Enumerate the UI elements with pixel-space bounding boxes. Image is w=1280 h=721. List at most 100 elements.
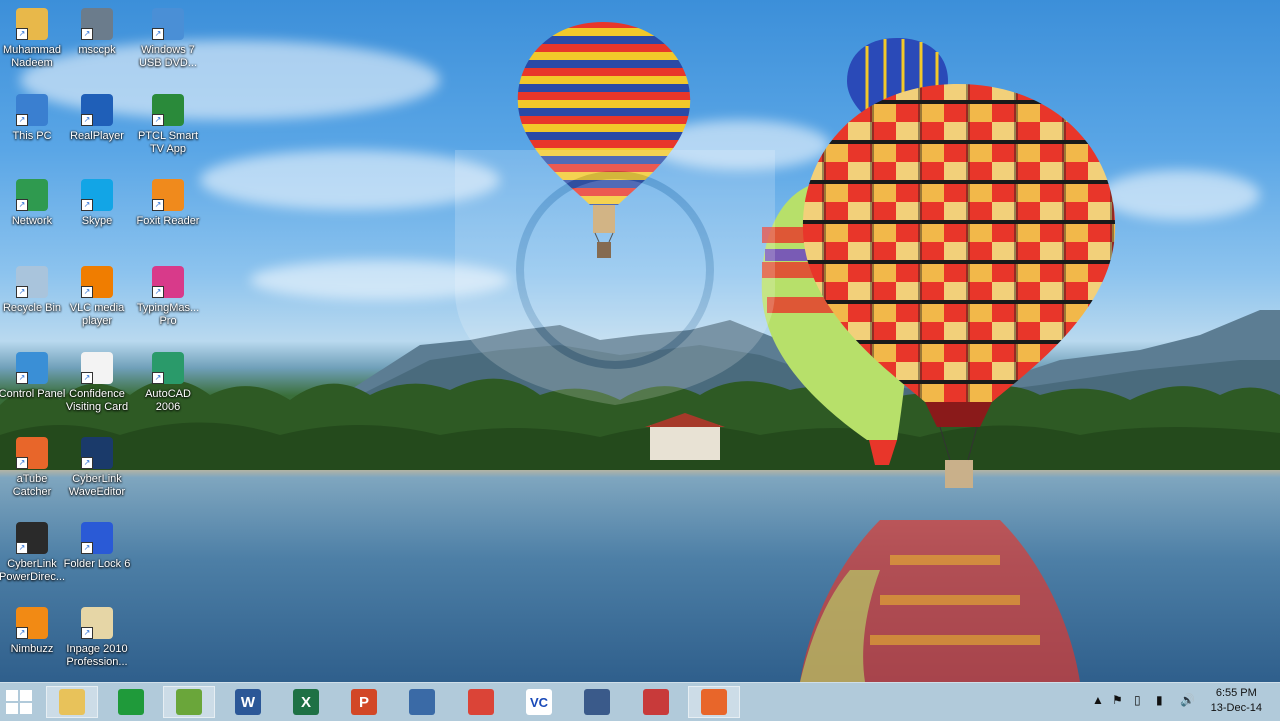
taskbar-button[interactable]: [688, 686, 740, 718]
shortcut-arrow-icon: ↗: [152, 114, 164, 126]
shortcut-arrow-icon: ↗: [152, 28, 164, 40]
camtasia-icon: [176, 689, 202, 715]
desktop-icon[interactable]: ↗ TypingMas... Pro: [132, 262, 204, 328]
desktop-icon-label: Nimbuzz: [10, 643, 54, 655]
desktop-icon[interactable]: ↗ Foxit Reader: [132, 175, 204, 228]
shortcut-arrow-icon: ↗: [16, 627, 28, 639]
desktop-icon-label: AutoCAD 2006: [145, 388, 191, 413]
network-signal-icon[interactable]: ▮: [1156, 693, 1163, 707]
folder-lock-icon: ↗: [81, 522, 113, 554]
shortcut-arrow-icon: ↗: [81, 114, 93, 126]
waveeditor-icon: ↗: [81, 437, 113, 469]
wallpaper-watermark-logo: [455, 150, 775, 405]
desktop-icon[interactable]: ↗ CyberLink PowerDirec...: [0, 518, 68, 584]
desktop-wallpaper: ↗ Muhammad Nadeem ↗ msccpk ↗ Windows 7 USB DV…: [0, 0, 1280, 682]
desktop-icon-label: Skype: [81, 215, 113, 227]
network-globe-icon: ↗: [16, 179, 48, 211]
shortcut-arrow-icon: ↗: [152, 372, 164, 384]
realplayer-icon: ↗: [81, 94, 113, 126]
desktop-icon-label: PTCL Smart TV App: [137, 130, 199, 155]
foxit-reader-icon: ↗: [152, 179, 184, 211]
desktop-icon-label: aTube Catcher: [12, 473, 52, 498]
desktop-icon-label: This PC: [12, 130, 52, 142]
volume-icon[interactable]: 🔊: [1180, 693, 1195, 707]
slideshow-icon: [584, 689, 610, 715]
taskbar-button[interactable]: [46, 686, 98, 718]
devices-icon[interactable]: ▯: [1134, 693, 1141, 707]
taskbar-button[interactable]: P: [338, 686, 390, 718]
desktop-icon[interactable]: ↗ RealPlayer: [61, 90, 133, 143]
action-center-flag-icon[interactable]: ⚑: [1112, 693, 1123, 707]
atube-catcher-taskbar-icon: [701, 689, 727, 715]
autocad-icon: ↗: [152, 352, 184, 384]
desktop-icon-label: Recycle Bin: [2, 302, 62, 314]
desktop-icon[interactable]: ↗ AutoCAD 2006: [132, 348, 204, 414]
store-icon: [118, 689, 144, 715]
desktop-icon[interactable]: ↗ Control Panel: [0, 348, 68, 401]
desktop-icon-label: Windows 7 USB DVD...: [138, 44, 198, 69]
desktop-icon[interactable]: ↗ Folder Lock 6: [61, 518, 133, 571]
shortcut-arrow-icon: ↗: [81, 627, 93, 639]
desktop-icon-label: Confidence Visiting Card: [65, 388, 129, 413]
typingmaster-icon: ↗: [152, 266, 184, 298]
desktop-icon[interactable]: ↗ Windows 7 USB DVD...: [132, 4, 204, 70]
desktop-icon-label: Foxit Reader: [136, 215, 200, 227]
show-hidden-icons-icon[interactable]: ▲: [1092, 693, 1104, 707]
shortcut-arrow-icon: ↗: [16, 199, 28, 211]
taskbar-button[interactable]: X: [280, 686, 332, 718]
chrome-icon: [468, 689, 494, 715]
desktop-icon-label: RealPlayer: [70, 130, 124, 142]
taskbar-button[interactable]: [396, 686, 448, 718]
taskbar-clock[interactable]: 6:55 PM 13-Dec-14: [1211, 686, 1262, 716]
desktop-icon-label: Network: [11, 215, 53, 227]
shortcut-arrow-icon: ↗: [16, 286, 28, 298]
webcam-icon: ↗: [81, 8, 113, 40]
desktop-icon[interactable]: ↗ aTube Catcher: [0, 433, 68, 499]
shortcut-arrow-icon: ↗: [81, 542, 93, 554]
clock-date: 13-Dec-14: [1210, 702, 1262, 714]
desktop-icon[interactable]: ↗ msccpk: [61, 4, 133, 57]
atube-catcher-icon: ↗: [16, 437, 48, 469]
taskbar-button[interactable]: [630, 686, 682, 718]
desktop-icon[interactable]: ↗ Skype: [61, 175, 133, 228]
shortcut-arrow-icon: ↗: [81, 199, 93, 211]
taskbar-button[interactable]: [163, 686, 215, 718]
vlc-icon: ↗: [81, 266, 113, 298]
desktop-icon-label: Folder Lock 6: [63, 558, 131, 570]
desktop-icon[interactable]: ↗ CyberLink WaveEditor: [61, 433, 133, 499]
windows-start-icon[interactable]: [6, 690, 32, 714]
inpage-icon: ↗: [81, 607, 113, 639]
taskbar-button[interactable]: [455, 686, 507, 718]
desktop-icon-label: TypingMas... Pro: [136, 302, 200, 327]
computer-icon: ↗: [16, 94, 48, 126]
desktop-icon-label: VLC media player: [69, 302, 125, 327]
desktop-icon[interactable]: ↗ VLC media player: [61, 262, 133, 328]
desktop-icon-label: Control Panel: [0, 388, 66, 400]
shortcut-arrow-icon: ↗: [16, 28, 28, 40]
usb-dvd-tool-icon: ↗: [152, 8, 184, 40]
taskbar: W X P VC ▲ ⚑ ▯ ▮ 🔊 6:55 PM 13-Dec-14: [0, 682, 1280, 721]
shortcut-arrow-icon: ↗: [81, 28, 93, 40]
desktop-icon[interactable]: ↗ Recycle Bin: [0, 262, 68, 315]
recycle-bin-icon: ↗: [16, 266, 48, 298]
wallpaper-reflection: [800, 520, 1080, 682]
taskbar-button[interactable]: W: [222, 686, 274, 718]
nimbuzz-icon: ↗: [16, 607, 48, 639]
desktop-icon[interactable]: ↗ Nimbuzz: [0, 603, 68, 656]
desktop-icon[interactable]: ↗ Muhammad Nadeem: [0, 4, 68, 70]
taskbar-button[interactable]: VC: [513, 686, 565, 718]
ptcl-tv-icon: ↗: [152, 94, 184, 126]
desktop-icon[interactable]: ↗ Inpage 2010 Profession...: [61, 603, 133, 669]
desktop-icon[interactable]: ↗ Network: [0, 175, 68, 228]
taskbar-button[interactable]: [571, 686, 623, 718]
clock-time: 6:55 PM: [1215, 687, 1257, 699]
excel-icon: X: [293, 689, 319, 715]
snipping-tool-icon: [643, 689, 669, 715]
desktop-icon[interactable]: ↗ Confidence Visiting Card: [61, 348, 133, 414]
desktop-icon[interactable]: ↗ This PC: [0, 90, 68, 143]
taskbar-button[interactable]: [105, 686, 157, 718]
desktop-icon[interactable]: ↗ PTCL Smart TV App: [132, 90, 204, 156]
control-panel-icon: ↗: [16, 352, 48, 384]
shortcut-arrow-icon: ↗: [81, 286, 93, 298]
vc-icon: VC: [526, 689, 552, 715]
